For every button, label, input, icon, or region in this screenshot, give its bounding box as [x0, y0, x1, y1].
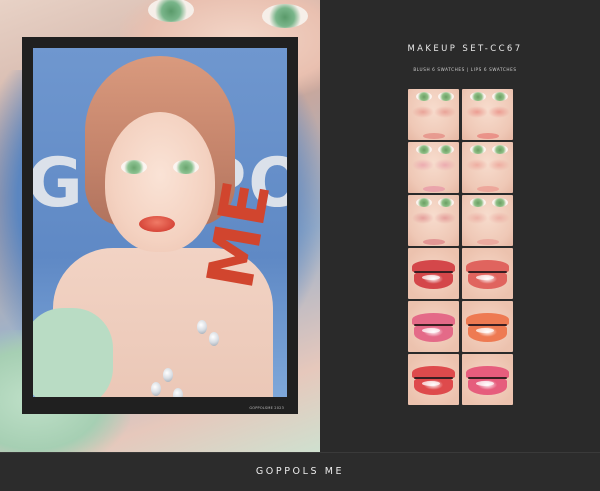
swatch-eye-left	[470, 198, 486, 207]
footer-bar: GOPPOLS ME	[0, 452, 600, 491]
swatch-eye-left	[470, 92, 486, 101]
lips-swatch-10[interactable]	[462, 301, 513, 352]
swatch-eye-right	[492, 145, 508, 154]
blush-swatch-4[interactable]	[462, 142, 513, 193]
swatch-lip-line	[414, 377, 453, 379]
swatch-lip-line	[414, 324, 453, 326]
swatch-eye-left	[416, 145, 432, 154]
swatch-lip-line	[468, 271, 507, 273]
swatch-blush-right	[488, 212, 510, 224]
lips-swatch-12[interactable]	[462, 354, 513, 405]
swatch-eye-left	[470, 145, 486, 154]
lips-swatch-9[interactable]	[408, 301, 459, 352]
swatch-blush-right	[434, 106, 456, 118]
portrait-eye-right	[173, 160, 199, 174]
swatch-gloss-highlight	[422, 381, 440, 386]
blush-swatch-2[interactable]	[462, 89, 513, 140]
swatch-eye-right	[492, 198, 508, 207]
swatch-blush-left	[466, 212, 488, 224]
swatch-lip-line	[468, 324, 507, 326]
lips-swatch-11[interactable]	[408, 354, 459, 405]
portrait-image: GOPPOLS ME	[33, 48, 287, 397]
page-subtitle: BLUSH 6 SWATCHES | LIPS 6 SWATCHES	[413, 67, 517, 72]
swatch-eye-right	[438, 145, 454, 154]
jewel	[173, 388, 183, 397]
swatch-blush-right	[434, 159, 456, 171]
swatch-blush-left	[412, 212, 434, 224]
swatch-gloss-highlight	[476, 275, 494, 280]
brand-name: GOPPOLS ME	[255, 466, 345, 477]
jewel	[197, 320, 207, 334]
lips-swatch-8[interactable]	[462, 248, 513, 299]
swatch-lip-line	[414, 271, 453, 273]
swatch-grid	[408, 89, 513, 405]
swatch-gloss-highlight	[476, 381, 494, 386]
blush-swatch-5[interactable]	[408, 195, 459, 246]
swatch-eye-right	[438, 92, 454, 101]
blush-swatch-1[interactable]	[408, 89, 459, 140]
swatch-mouth	[477, 239, 499, 245]
swatch-mouth	[423, 133, 445, 139]
swatch-mouth	[423, 239, 445, 245]
swatch-eye-left	[416, 92, 432, 101]
swatch-gloss-highlight	[422, 275, 440, 280]
swatch-blush-left	[412, 159, 434, 171]
jewel	[163, 368, 173, 382]
swatch-blush-left	[466, 159, 488, 171]
swatch-mouth	[477, 186, 499, 192]
swatch-mouth	[423, 186, 445, 192]
jewel	[151, 382, 161, 396]
swatch-gloss-highlight	[476, 328, 494, 333]
swatch-blush-left	[466, 106, 488, 118]
swatch-eye-left	[416, 198, 432, 207]
swatch-eye-right	[438, 198, 454, 207]
background-eye-right	[262, 4, 308, 28]
swatch-gloss-highlight	[422, 328, 440, 333]
page-title: MAKEUP SET-CC67	[407, 44, 523, 54]
swatch-eye-right	[492, 92, 508, 101]
swatch-mouth	[477, 133, 499, 139]
swatch-blush-right	[488, 159, 510, 171]
lips-swatch-7[interactable]	[408, 248, 459, 299]
blush-swatch-6[interactable]	[462, 195, 513, 246]
jewel	[209, 332, 219, 346]
portrait-lips	[139, 216, 175, 232]
artwork-credit: GOPPOLSME 2023	[249, 406, 284, 410]
portrait-frame: GOPPOLS ME GOPPOLSME 2023	[22, 37, 298, 414]
blush-swatch-3[interactable]	[408, 142, 459, 193]
portrait-eye-left	[121, 160, 147, 174]
swatch-lip-line	[468, 377, 507, 379]
swatch-blush-right	[488, 106, 510, 118]
swatch-blush-right	[434, 212, 456, 224]
green-cloth	[33, 308, 113, 397]
swatch-blush-left	[412, 106, 434, 118]
